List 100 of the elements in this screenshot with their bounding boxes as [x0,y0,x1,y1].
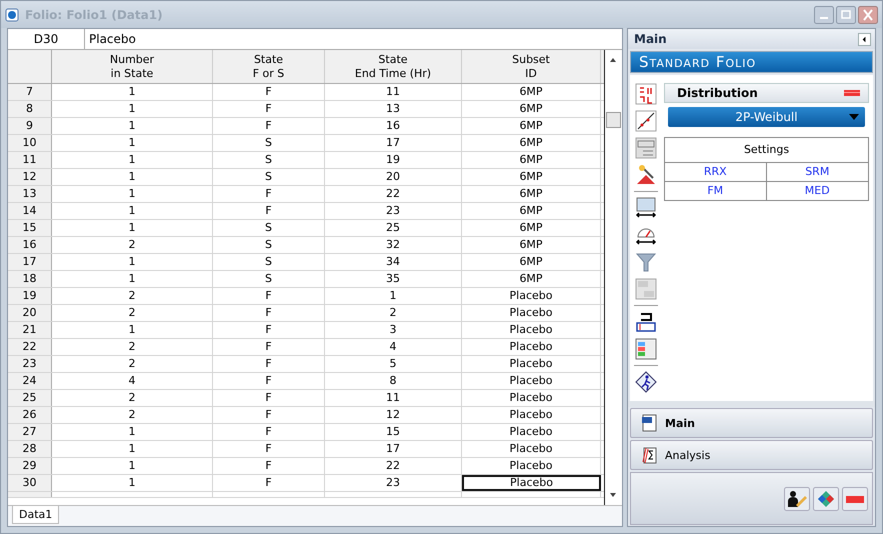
row-header: 23 [8,356,52,372]
funnel-icon[interactable] [635,251,657,273]
row-header: 30 [8,475,52,491]
row-header: 9 [8,118,52,134]
table-cell: S [213,135,325,151]
settings-title: Settings [665,138,868,163]
table-cell: 20 [325,169,462,185]
table-cell: 6MP [462,220,601,236]
grid-icon[interactable] [635,338,657,360]
distribution-title: Distribution [677,86,758,100]
table-cell: 6MP [462,203,601,219]
folio-banner: Standard Folio [630,51,873,73]
table-cell: 22 [325,186,462,202]
table-cell: 1 [52,271,213,287]
table-cell: 19 [325,152,462,168]
table-icon[interactable] [635,197,657,219]
table-cell: 1 [325,288,462,304]
table-cell: 1 [52,152,213,168]
row-header: 13 [8,186,52,202]
row-header: 29 [8,458,52,474]
table-cell: 16 [325,118,462,134]
table-cell: 6MP [462,84,601,100]
scroll-up-arrow[interactable] [608,56,618,64]
table-cell: F [213,475,325,491]
table-cell: S [213,169,325,185]
table-cell: 23 [325,475,462,491]
table-cell: S [213,254,325,270]
table-cell: 6MP [462,118,601,134]
setting-option[interactable]: SRM [766,163,868,182]
scrollbar-thumb[interactable] [606,112,620,128]
setting-option[interactable]: MED [766,182,868,200]
table-cell: Placebo [462,305,601,321]
table-cell: 2 [52,390,213,406]
table-cell: 1 [52,475,213,491]
close-button[interactable] [858,6,878,24]
table-cell: 11 [325,390,462,406]
line-icon[interactable] [635,110,657,132]
table-cell: 23 [325,203,462,219]
table-cell: 1 [52,322,213,338]
table-cell: 1 [52,441,213,457]
cell-reference: D30 [8,29,85,49]
table-cell: F [213,203,325,219]
table-cell: 17 [325,441,462,457]
table-cell: Placebo [462,390,601,406]
document-icon [641,414,657,432]
table-cell: 1 [52,203,213,219]
table-cell: F [213,424,325,440]
nav-button[interactable]: Analysis [630,440,873,470]
table-cell: Placebo [462,339,601,355]
table-cell: Placebo [462,288,601,304]
runner-icon[interactable] [635,371,657,393]
scroll-down-arrow[interactable] [608,491,618,499]
table-cell: F [213,186,325,202]
table-cell: F [213,339,325,355]
collapse-button[interactable] [858,32,871,46]
table-cell: 6MP [462,135,601,151]
table-cell: 2 [52,339,213,355]
nav-button[interactable]: Main [630,408,873,438]
row-header: 8 [8,101,52,117]
table-cell: Placebo [462,441,601,457]
table-cell: 32 [325,237,462,253]
setting-option[interactable]: FM [665,182,766,200]
table-cell: Placebo [462,356,601,372]
ubox-icon[interactable] [635,311,657,333]
table-cell: F [213,356,325,372]
table-cell: 34 [325,254,462,270]
row-header: 7 [8,84,52,100]
row-header: 18 [8,271,52,287]
table-cell: 4 [52,373,213,389]
table-cell: 6MP [462,152,601,168]
column-header: Subset ID [462,50,601,83]
minus-icon[interactable] [842,486,868,510]
maximize-button[interactable] [836,6,856,24]
table-cell: Placebo [462,373,601,389]
table-cell: S [213,237,325,253]
table-cell: 1 [52,118,213,134]
table-cell: 1 [52,220,213,236]
table-cell: 1 [52,458,213,474]
wand-icon[interactable] [635,164,657,186]
table-cell: F [213,305,325,321]
panel-title: Main [634,32,667,46]
table-cell: Placebo [462,424,601,440]
row-header: 16 [8,237,52,253]
table-cell: 6MP [462,271,601,287]
row-header: 28 [8,441,52,457]
table-cell: 3 [325,322,462,338]
dropdown-arrow-icon [849,114,859,120]
sheet-tab[interactable]: Data1 [12,506,60,524]
table-cell: 2 [52,305,213,321]
formula-field[interactable]: Placebo [85,29,622,49]
setting-option[interactable]: RRX [665,163,766,182]
table-cell: F [213,407,325,423]
row-header: 12 [8,169,52,185]
table-cell: 35 [325,271,462,287]
person-pencil-icon[interactable] [784,486,810,510]
minimize-button[interactable] [814,6,834,24]
row-header: 22 [8,339,52,355]
distribution-dropdown[interactable]: 2P-Weibull [668,107,865,127]
table-cell: 15 [325,424,462,440]
row-header: 26 [8,407,52,423]
